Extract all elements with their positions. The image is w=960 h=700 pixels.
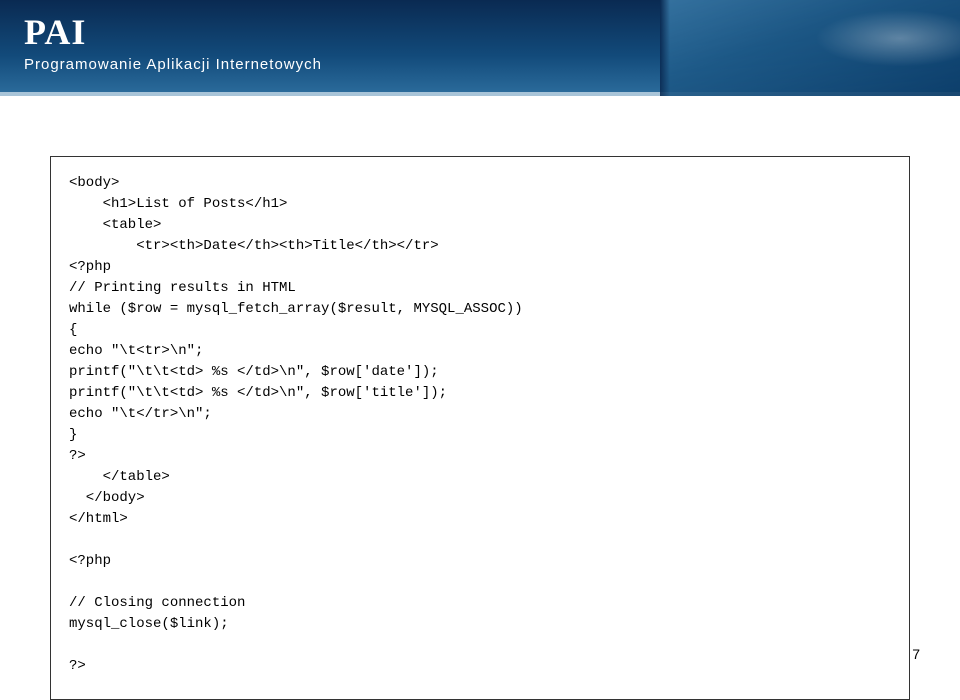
content-area: <body> <h1>List of Posts</h1> <table> <t… <box>0 96 960 700</box>
header-decorative-image <box>660 0 960 96</box>
page-number: 7 <box>912 646 920 662</box>
slide-header: PAI Programowanie Aplikacji Internetowyc… <box>0 0 960 96</box>
code-block: <body> <h1>List of Posts</h1> <table> <t… <box>50 156 910 700</box>
